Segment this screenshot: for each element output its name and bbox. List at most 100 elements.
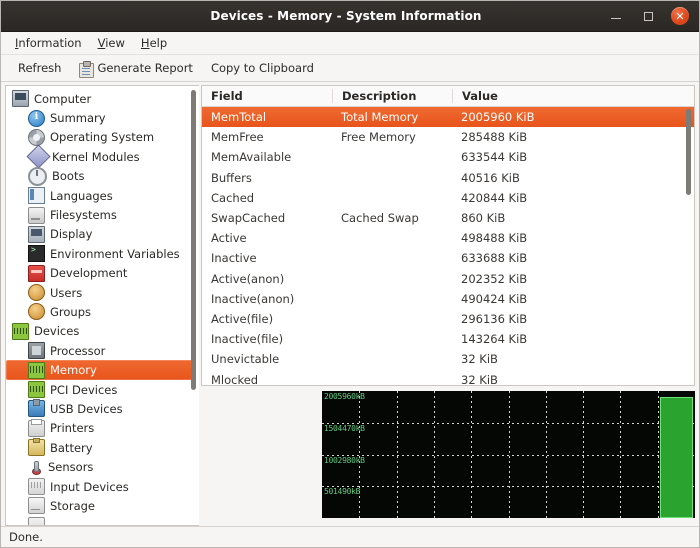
sidebar-item-usb-devices[interactable]: USB Devices xyxy=(6,399,199,418)
sidebar-item-battery[interactable]: Battery xyxy=(6,438,199,457)
table-row[interactable]: Unevictable 32 KiB xyxy=(202,349,694,369)
cell-field: MemTotal xyxy=(211,110,267,125)
menu-view-label: iew xyxy=(105,36,125,50)
table-row[interactable]: Buffers 40516 KiB xyxy=(202,168,694,188)
minimize-icon[interactable] xyxy=(607,7,625,25)
copy-to-clipboard-button[interactable]: Copy to Clipboard xyxy=(202,59,323,77)
table-row[interactable]: MemAvailable 633544 KiB xyxy=(202,147,694,167)
cell-field: Cached xyxy=(211,190,255,205)
battery-icon xyxy=(28,438,45,457)
chart-ytick-label: 1002980kB xyxy=(324,456,365,465)
sidebar-item-label: Development xyxy=(50,266,128,281)
sidebar-item-display[interactable]: Display xyxy=(6,225,199,244)
table-row[interactable]: Mlocked 32 KiB xyxy=(202,369,694,385)
sidebar-item-operating-system[interactable]: Operating System xyxy=(6,128,199,147)
sidebar-item-processor[interactable]: Processor xyxy=(6,341,199,360)
cell-field: MemAvailable xyxy=(211,150,292,165)
menu-help[interactable]: Help xyxy=(133,34,175,52)
cell-field: Active(file) xyxy=(211,311,274,326)
cell-value: 296136 KiB xyxy=(461,311,528,326)
window-title: Devices - Memory - System Information xyxy=(210,9,482,23)
sidebar-item-development[interactable]: Development xyxy=(6,264,199,283)
table-row[interactable]: Active(anon) 202352 KiB xyxy=(202,269,694,289)
input-device-icon xyxy=(28,478,45,495)
cell-description: Free Memory xyxy=(341,130,416,145)
cell-field: MemFree xyxy=(211,130,264,145)
sidebar-item-environment-variables[interactable]: Environment Variables xyxy=(6,244,199,263)
sensor-icon xyxy=(28,460,43,475)
groups-icon xyxy=(28,303,45,321)
menu-information[interactable]: Information xyxy=(7,34,90,52)
table-row[interactable]: Inactive 633688 KiB xyxy=(202,248,694,268)
detail-pane: Field Description Value MemTotal Total Me… xyxy=(201,85,695,526)
sidebar-item-boots[interactable]: Boots xyxy=(6,166,199,186)
cell-description: Cached Swap xyxy=(341,211,419,226)
sidebar-item-filesystems[interactable]: Filesystems xyxy=(6,205,199,224)
table-row[interactable]: Active(file) 296136 KiB xyxy=(202,309,694,329)
chart-ytick-label: 501490kB xyxy=(324,487,361,496)
memory-icon xyxy=(28,361,45,379)
sidebar-item-kernel-modules[interactable]: Kernel Modules xyxy=(6,144,199,169)
sidebar-item-devices[interactable]: Devices xyxy=(6,322,199,341)
cell-value: 143264 KiB xyxy=(461,332,528,347)
table-row[interactable]: Cached 420844 KiB xyxy=(202,188,694,208)
sidebar-scrollbar-thumb[interactable] xyxy=(191,90,196,390)
storage-icon xyxy=(28,497,45,515)
sidebar-item-label: Storage xyxy=(50,498,95,513)
cell-value: 285488 KiB xyxy=(461,130,528,145)
sidebar-item-label: USB Devices xyxy=(50,401,123,416)
column-header-description[interactable]: Description xyxy=(332,89,452,103)
sidebar-item-label: Kernel Modules xyxy=(52,149,140,164)
table-scrollbar[interactable] xyxy=(684,109,692,382)
cell-value: 490424 KiB xyxy=(461,291,528,306)
column-header-value[interactable]: Value xyxy=(452,89,694,103)
sidebar-item-users[interactable]: Users xyxy=(6,283,199,302)
printer-icon xyxy=(28,418,45,437)
maximize-icon[interactable] xyxy=(639,7,657,25)
table-row[interactable]: Inactive(file) 143264 KiB xyxy=(202,329,694,349)
kernel-module-icon xyxy=(26,144,51,169)
cell-field: Inactive(anon) xyxy=(211,291,295,306)
sidebar-item-partial[interactable] xyxy=(6,516,199,525)
table-row[interactable]: MemFree Free Memory 285488 KiB xyxy=(202,127,694,147)
cell-field: Inactive xyxy=(211,251,257,266)
sidebar-scrollbar[interactable] xyxy=(190,90,197,507)
sidebar-item-printers[interactable]: Printers xyxy=(6,418,199,438)
sidebar-item-computer[interactable]: Computer xyxy=(6,89,199,108)
cell-value: 32 KiB xyxy=(461,352,498,367)
chart-gridline-horizontal xyxy=(322,486,695,487)
refresh-button[interactable]: Refresh xyxy=(9,59,70,77)
cell-field: Active(anon) xyxy=(211,271,285,286)
window-controls: ✕ xyxy=(607,7,699,25)
sidebar-item-sensors[interactable]: Sensors xyxy=(6,457,199,476)
generate-report-button[interactable]: Generate Report xyxy=(70,59,202,78)
cell-value: 420844 KiB xyxy=(461,190,528,205)
table-row[interactable]: Active 498488 KiB xyxy=(202,228,694,248)
sidebar-item-storage[interactable]: Storage xyxy=(6,496,199,515)
cell-value: 860 KiB xyxy=(461,211,506,226)
cell-value: 633544 KiB xyxy=(461,150,528,165)
close-icon[interactable]: ✕ xyxy=(671,7,689,25)
table-scrollbar-thumb[interactable] xyxy=(685,109,691,195)
table-row[interactable]: MemTotal Total Memory 2005960 KiB xyxy=(202,107,694,128)
table-row[interactable]: SwapCached Cached Swap 860 KiB xyxy=(202,208,694,228)
sidebar-item-languages[interactable]: Languages xyxy=(6,186,199,205)
sidebar-item-label: PCI Devices xyxy=(50,382,118,397)
table-body: MemTotal Total Memory 2005960 KiB MemFree Fr… xyxy=(202,107,694,385)
sidebar-item-label: Groups xyxy=(50,304,92,319)
pci-device-icon xyxy=(28,381,45,399)
column-header-field[interactable]: Field xyxy=(202,89,332,103)
sidebar-item-summary[interactable]: Summary xyxy=(6,108,199,127)
system-information-window: Devices - Memory - System Information ✕ … xyxy=(0,0,700,548)
sidebar-item-memory[interactable]: Memory xyxy=(6,360,192,380)
sidebar-item-pci-devices[interactable]: PCI Devices xyxy=(6,380,199,399)
sidebar-item-input-devices[interactable]: Input Devices xyxy=(6,477,199,496)
computer-icon xyxy=(12,90,29,108)
sidebar-item-groups[interactable]: Groups xyxy=(6,302,199,321)
toolbar: Refresh Generate Report Copy to Clipboar… xyxy=(1,55,699,82)
languages-icon xyxy=(28,187,45,205)
table-row[interactable]: Inactive(anon) 490424 KiB xyxy=(202,289,694,309)
clipboard-icon xyxy=(79,60,95,78)
menu-view[interactable]: View xyxy=(90,34,133,52)
sidebar-item-label: Processor xyxy=(50,343,106,358)
